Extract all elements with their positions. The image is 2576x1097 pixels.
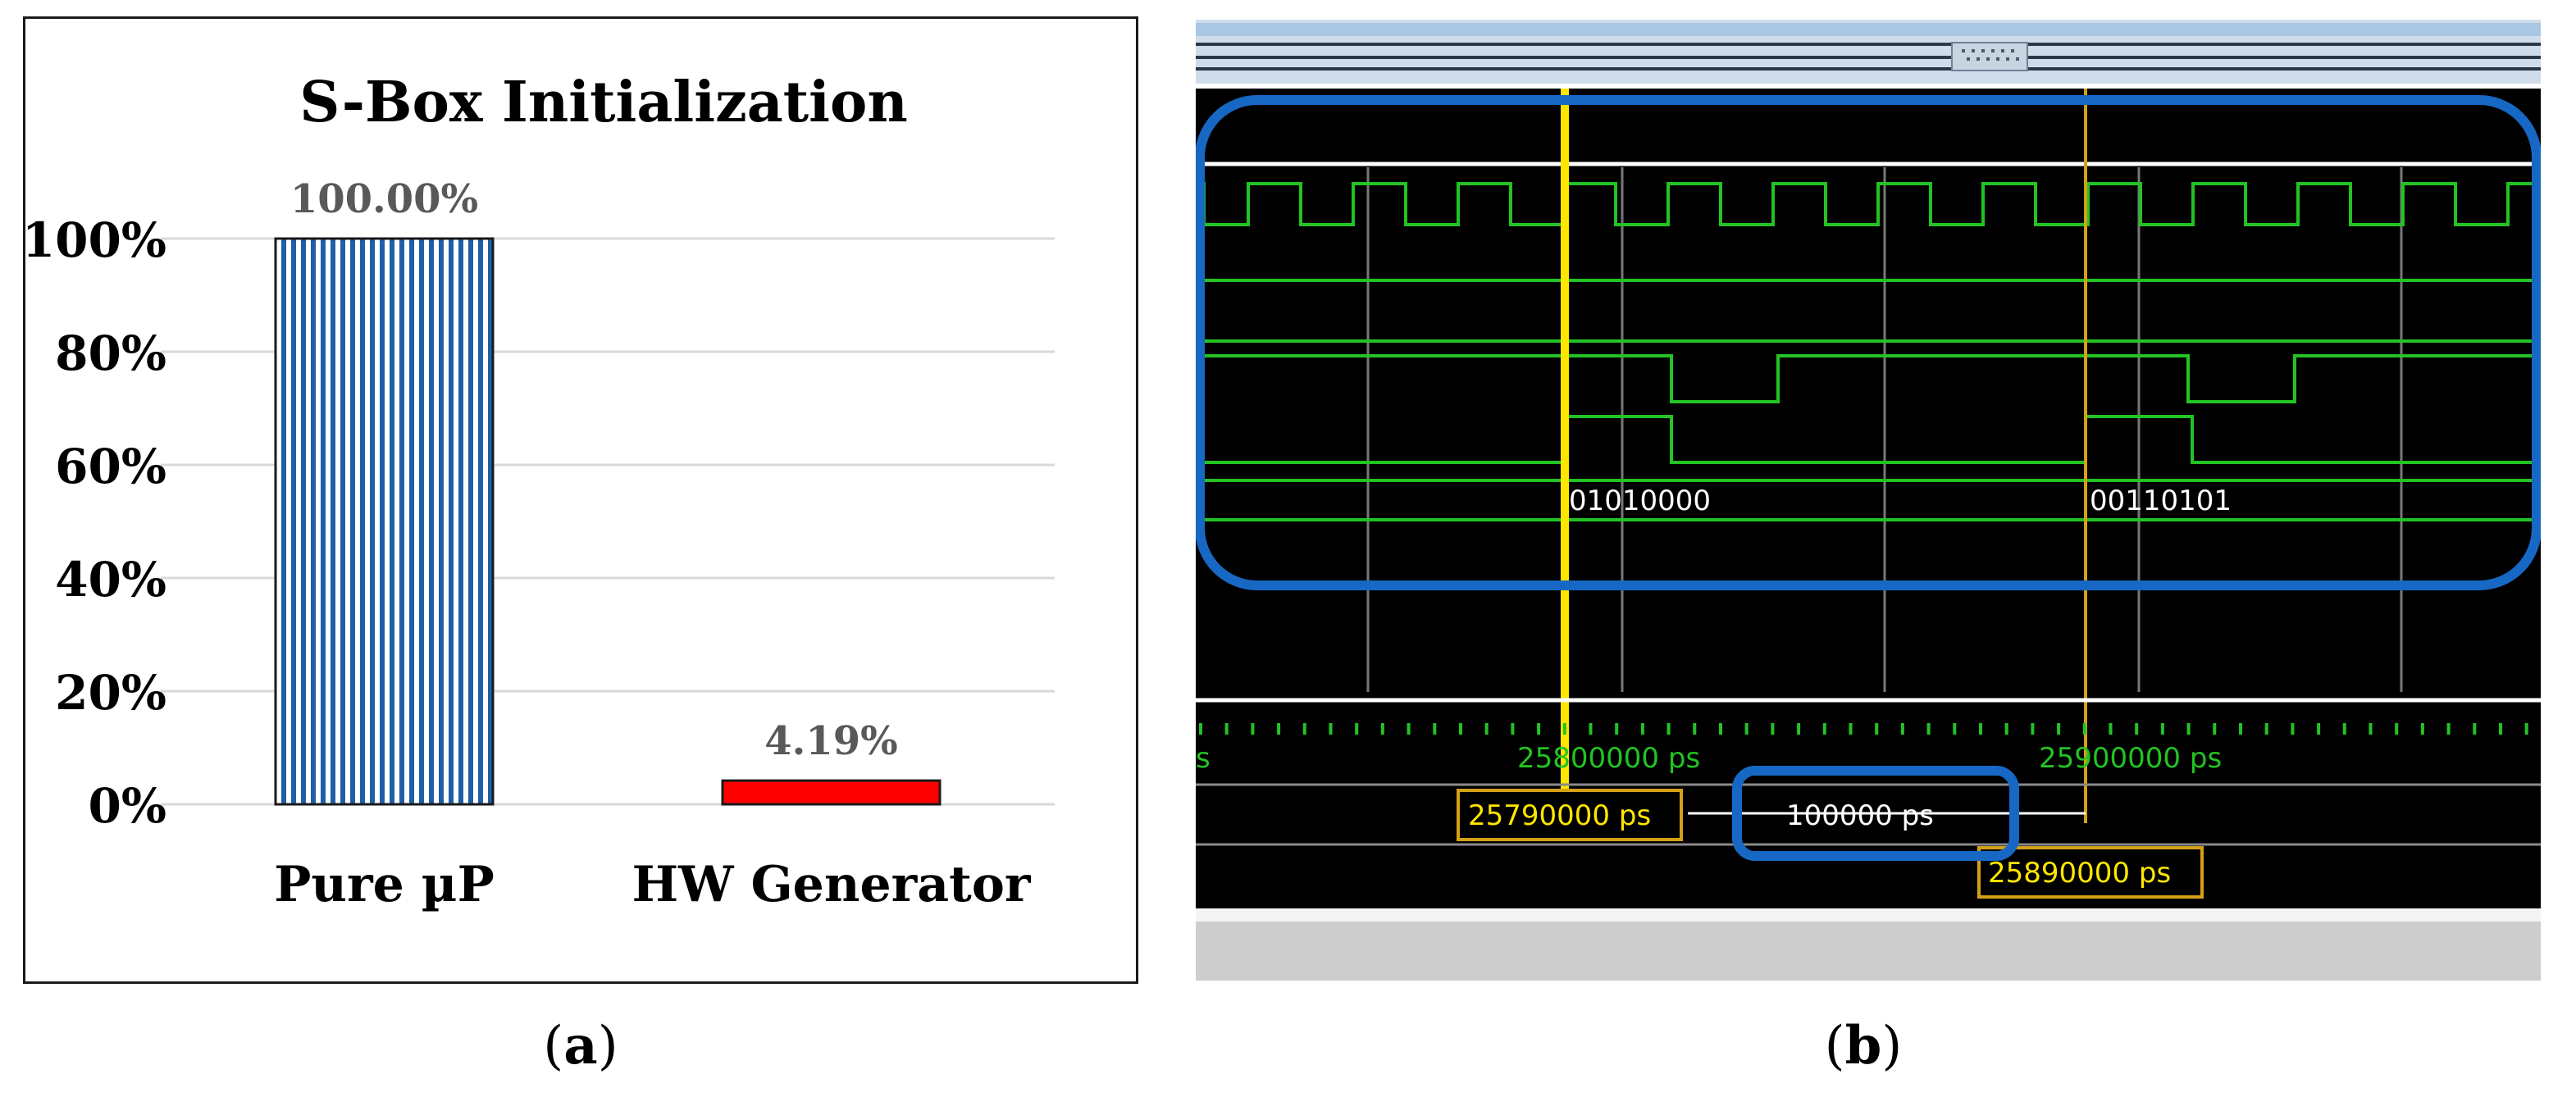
bar-1 (721, 779, 941, 806)
category-label: HW Generator (631, 856, 1031, 913)
y-axis-ticks: 0% 20% 40% 60% 80% 100% (25, 212, 166, 834)
toolbar-band (1196, 23, 2541, 36)
subfigure-label-b: (b) (1824, 1015, 1903, 1077)
bar-chart: S-Box Initialization 0%20%40%60%80%100% … (25, 70, 1055, 913)
bus-value-2: 00110101 (2090, 485, 2232, 517)
delta-label: 100000 ps (1786, 799, 1934, 832)
chart-title: S-Box Initialization (299, 70, 908, 135)
cursor-2-label: 25890000 ps (1988, 857, 2171, 890)
ruler-label-start: s (1196, 742, 1210, 775)
cursor-1-label: 25790000 ps (1468, 799, 1651, 832)
category-labels: Pure µP HW Generator (274, 856, 1032, 913)
y-tick-label: 60% (55, 439, 166, 494)
y-tick-label: 20% (55, 665, 166, 721)
y-tick-label: 40% (55, 552, 166, 608)
bus-value-1: 01010000 (1569, 485, 1711, 517)
y-tick-label: 80% (55, 325, 166, 381)
subfigure-label-a: (a) (543, 1015, 618, 1077)
waveform-svg: 01010000 00110101 s 25800000 ps 25900000… (1196, 20, 2541, 981)
y-tick-label: 0% (89, 778, 166, 834)
waveform-viewer: 01010000 00110101 s 25800000 ps 25900000… (1196, 20, 2541, 981)
bottom-border (1196, 908, 2541, 922)
category-label: Pure µP (274, 856, 494, 913)
data-label: 100.00% (290, 176, 478, 222)
y-tick-label: 100% (25, 212, 166, 268)
splitter-grip-icon[interactable] (1951, 42, 2028, 71)
data-label: 4.19% (764, 718, 898, 764)
ruler-label-1: 25800000 ps (1517, 742, 1700, 775)
horizontal-scrollbar[interactable] (1196, 922, 2541, 981)
bar-0 (274, 237, 495, 806)
bar-chart-panel: S-Box Initialization 0% 20% 40% 60% 80% 100% … (23, 16, 1138, 984)
ruler-label-2: 25900000 ps (2039, 742, 2222, 775)
